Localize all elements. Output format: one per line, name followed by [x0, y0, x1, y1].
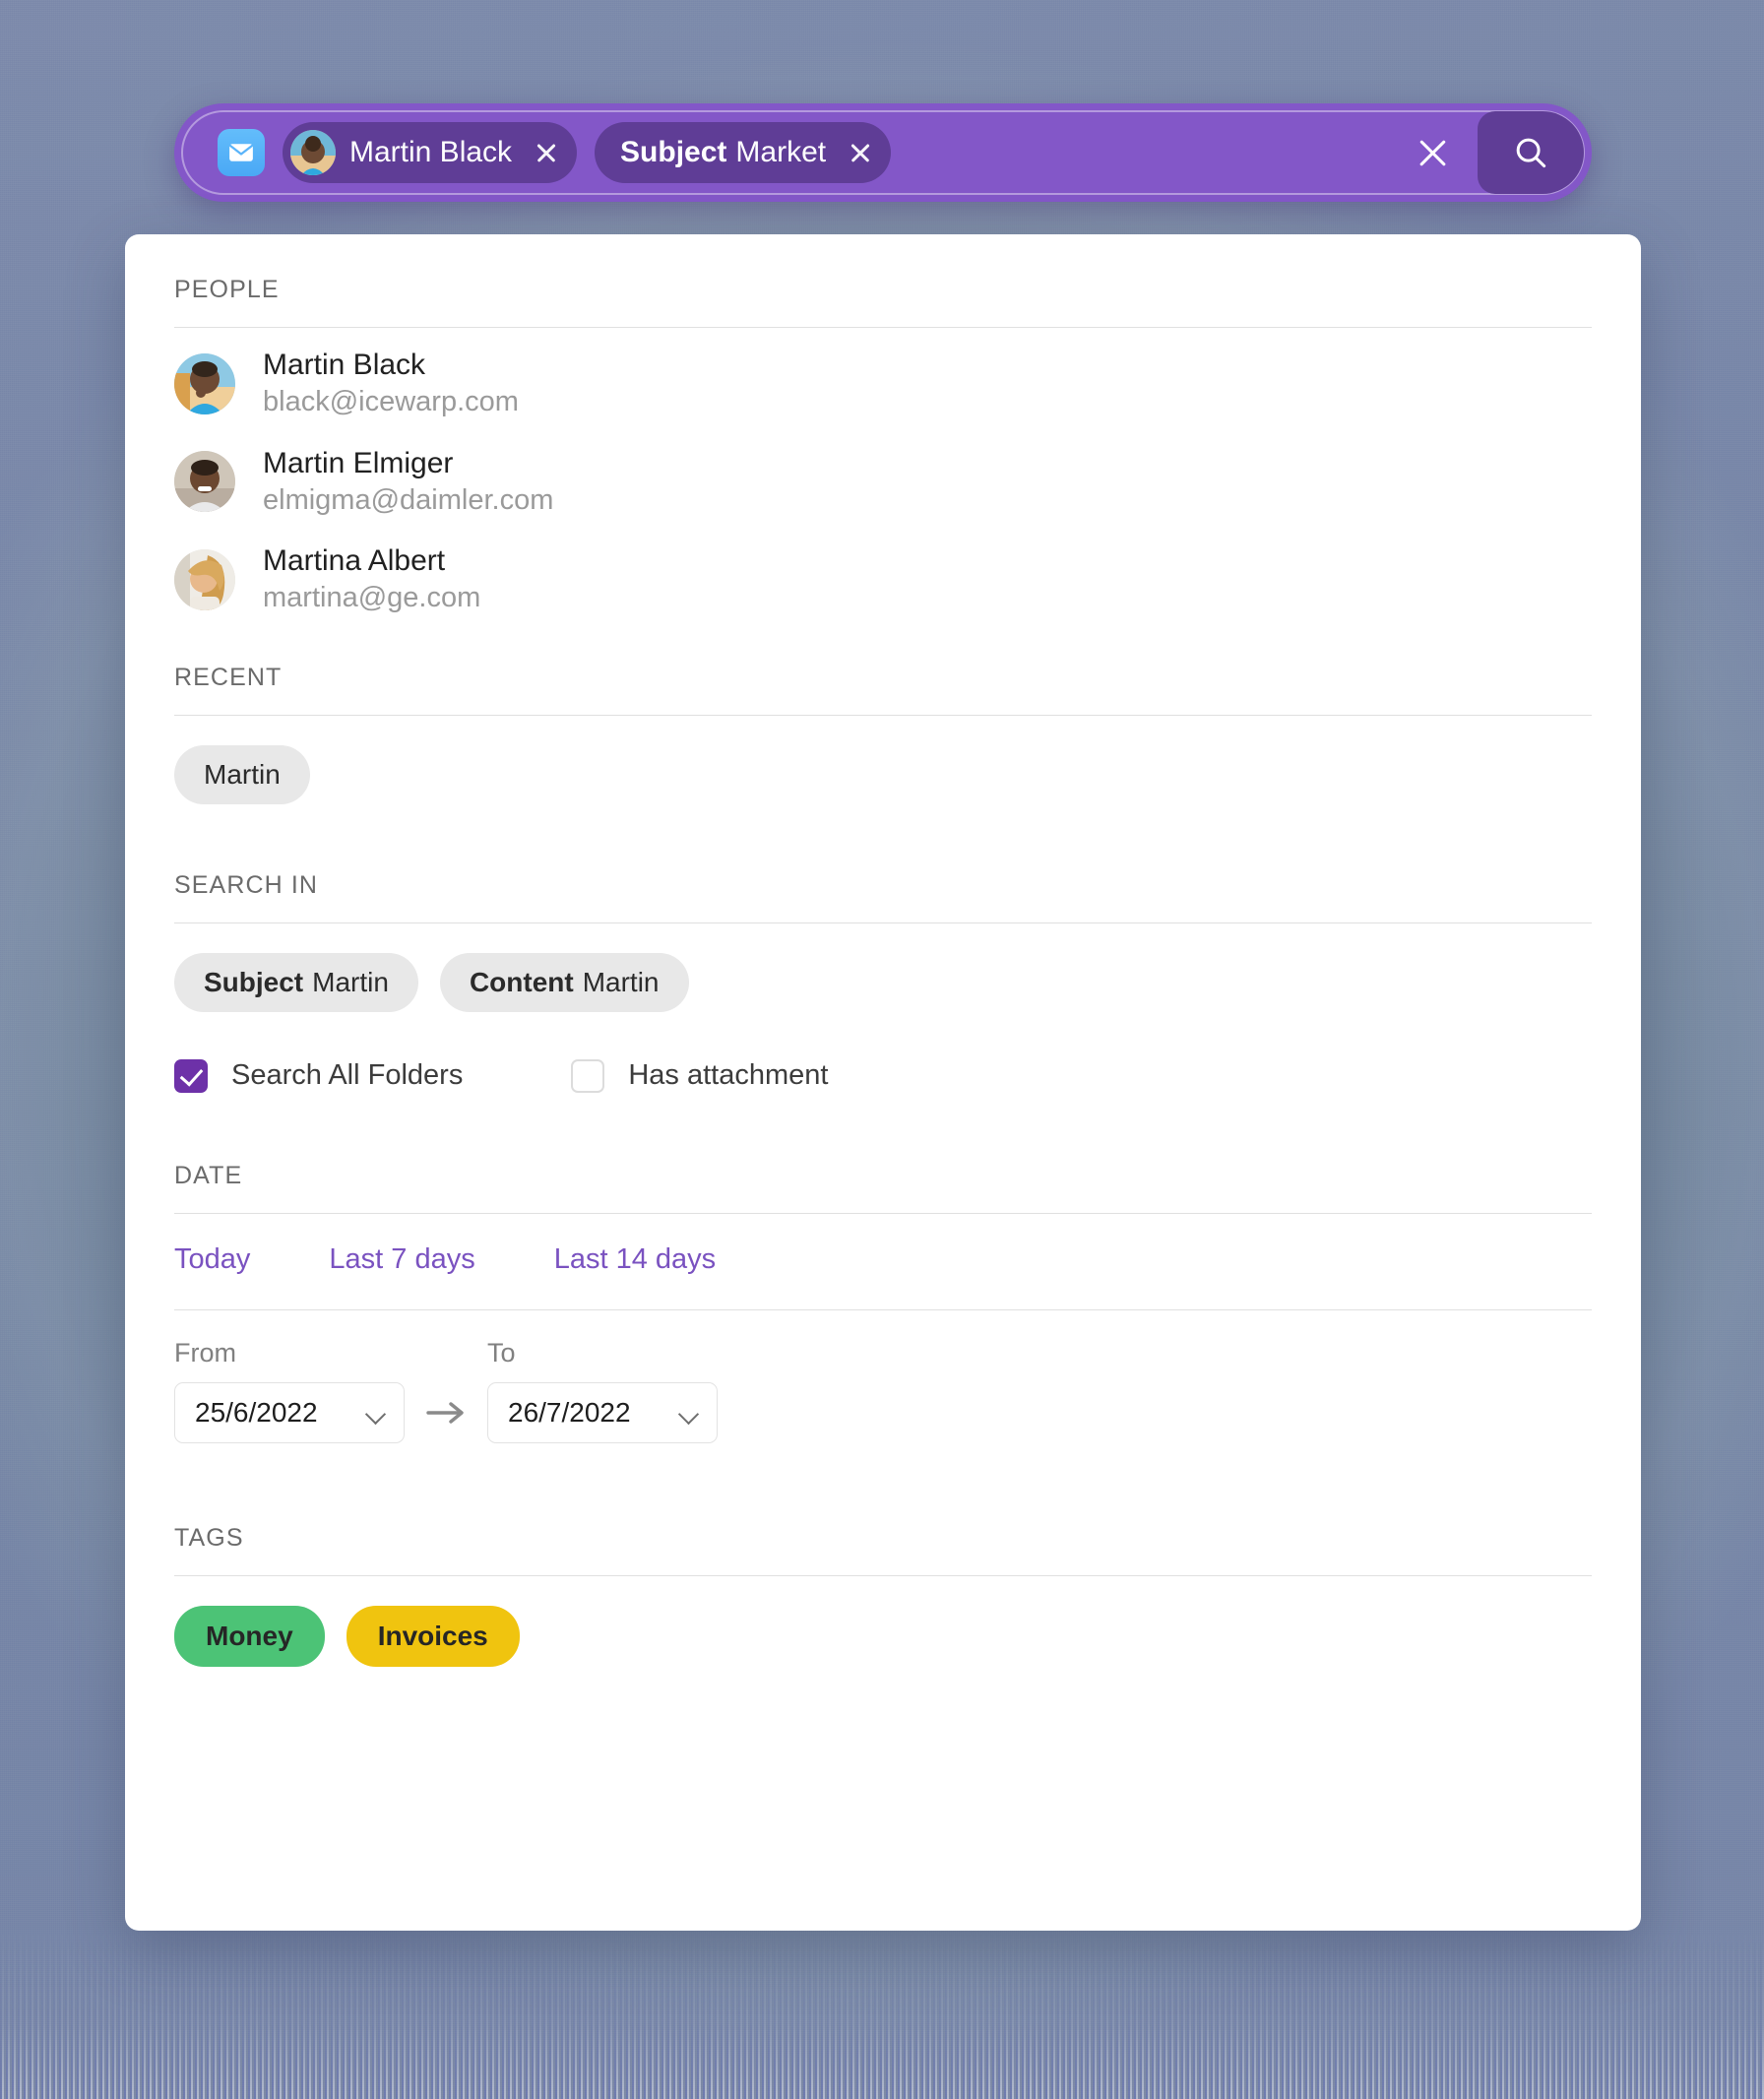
avatar — [290, 130, 336, 175]
date-from-value: 25/6/2022 — [195, 1396, 318, 1428]
search-token-subject-label: Market — [735, 136, 827, 168]
search-token-subject-prefix: Subject — [620, 136, 727, 168]
date-link-today[interactable]: Today — [174, 1243, 250, 1276]
search-token-person[interactable]: Martin Black — [283, 122, 578, 183]
search-in-chip-row: Subject Martin Content Martin — [174, 923, 1592, 1038]
person-name: Martina Albert — [263, 544, 446, 577]
date-to-value: 26/7/2022 — [508, 1396, 631, 1428]
date-link-last-14-days[interactable]: Last 14 days — [554, 1243, 716, 1276]
list-item-person[interactable]: Martin Elmiger elmigma@daimler.com — [174, 426, 1592, 525]
chip-prefix: Content — [469, 966, 574, 997]
date-to-select[interactable]: 26/7/2022 — [487, 1381, 718, 1443]
tag-label: Money — [206, 1620, 293, 1651]
section-title-search-in: SEARCH IN — [174, 870, 319, 899]
recent-chip-martin[interactable]: Martin — [174, 744, 310, 804]
chip-label: Martin — [582, 966, 660, 997]
search-in-chip-content[interactable]: Content Martin — [439, 952, 689, 1012]
avatar — [174, 548, 235, 610]
chevron-down-icon — [366, 1407, 386, 1419]
recent-chip-row: Martin — [174, 716, 1592, 830]
search-icon — [1516, 138, 1546, 168]
tag-invoices[interactable]: Invoices — [346, 1605, 520, 1667]
date-quick-links: Today Last 7 days Last 14 days — [174, 1214, 1592, 1309]
checkbox-unchecked-icon[interactable] — [571, 1058, 605, 1093]
list-item-person[interactable]: Martina Albert martina@ge.com — [174, 524, 1592, 622]
close-icon[interactable] — [848, 140, 873, 165]
tag-label: Invoices — [377, 1620, 488, 1651]
date-from-select[interactable]: 25/6/2022 — [174, 1381, 405, 1443]
search-bar[interactable]: Martin Black Subject Market — [174, 103, 1592, 202]
search-token-person-label: Martin Black — [349, 136, 513, 168]
chip-label: Martin — [312, 966, 389, 997]
chevron-down-icon — [679, 1407, 699, 1419]
search-suggestions-panel: PEOPLE Martin Black black@icewarp.com Ma… — [125, 234, 1641, 1931]
background-noise-band — [0, 1932, 1764, 2099]
search-in-chip-subject[interactable]: Subject Martin — [174, 952, 418, 1012]
tag-row: Money Invoices — [174, 1576, 1592, 1667]
list-item-person[interactable]: Martin Black black@icewarp.com — [174, 328, 1592, 426]
checkbox-label: Has attachment — [628, 1059, 829, 1091]
date-range-row: From 25/6/2022 To 26/7/2022 — [174, 1310, 1592, 1483]
close-icon[interactable] — [534, 140, 559, 165]
arrow-right-icon — [405, 1398, 487, 1443]
search-submit-button[interactable] — [1478, 111, 1584, 194]
date-link-last-7-days[interactable]: Last 7 days — [329, 1243, 474, 1276]
chip-prefix: Subject — [204, 966, 304, 997]
section-title-date: DATE — [174, 1161, 243, 1189]
mail-icon — [218, 129, 265, 176]
date-to-label: To — [487, 1337, 516, 1368]
person-email: elmigma@daimler.com — [263, 483, 554, 516]
tag-money[interactable]: Money — [174, 1605, 325, 1667]
date-from-label: From — [174, 1337, 236, 1368]
clear-search-button[interactable] — [1403, 123, 1462, 182]
section-title-recent: RECENT — [174, 663, 283, 691]
search-token-subject[interactable]: Subject Market — [595, 122, 892, 183]
checkbox-has-attachment[interactable]: Has attachment — [571, 1058, 829, 1093]
section-title-tags: TAGS — [174, 1523, 244, 1552]
recent-chip-label: Martin — [204, 758, 281, 790]
avatar — [174, 352, 235, 414]
avatar — [174, 451, 235, 513]
checkbox-checked-icon[interactable] — [174, 1058, 208, 1093]
person-email: martina@ge.com — [263, 582, 481, 614]
checkbox-label: Search All Folders — [231, 1059, 464, 1091]
person-email: black@icewarp.com — [263, 386, 519, 418]
search-options-row: Search All Folders Has attachment — [174, 1038, 1592, 1120]
person-name: Martin Black — [263, 349, 426, 381]
checkbox-search-all-folders[interactable]: Search All Folders — [174, 1058, 464, 1093]
person-name: Martin Elmiger — [263, 446, 454, 479]
section-title-people: PEOPLE — [174, 276, 280, 303]
